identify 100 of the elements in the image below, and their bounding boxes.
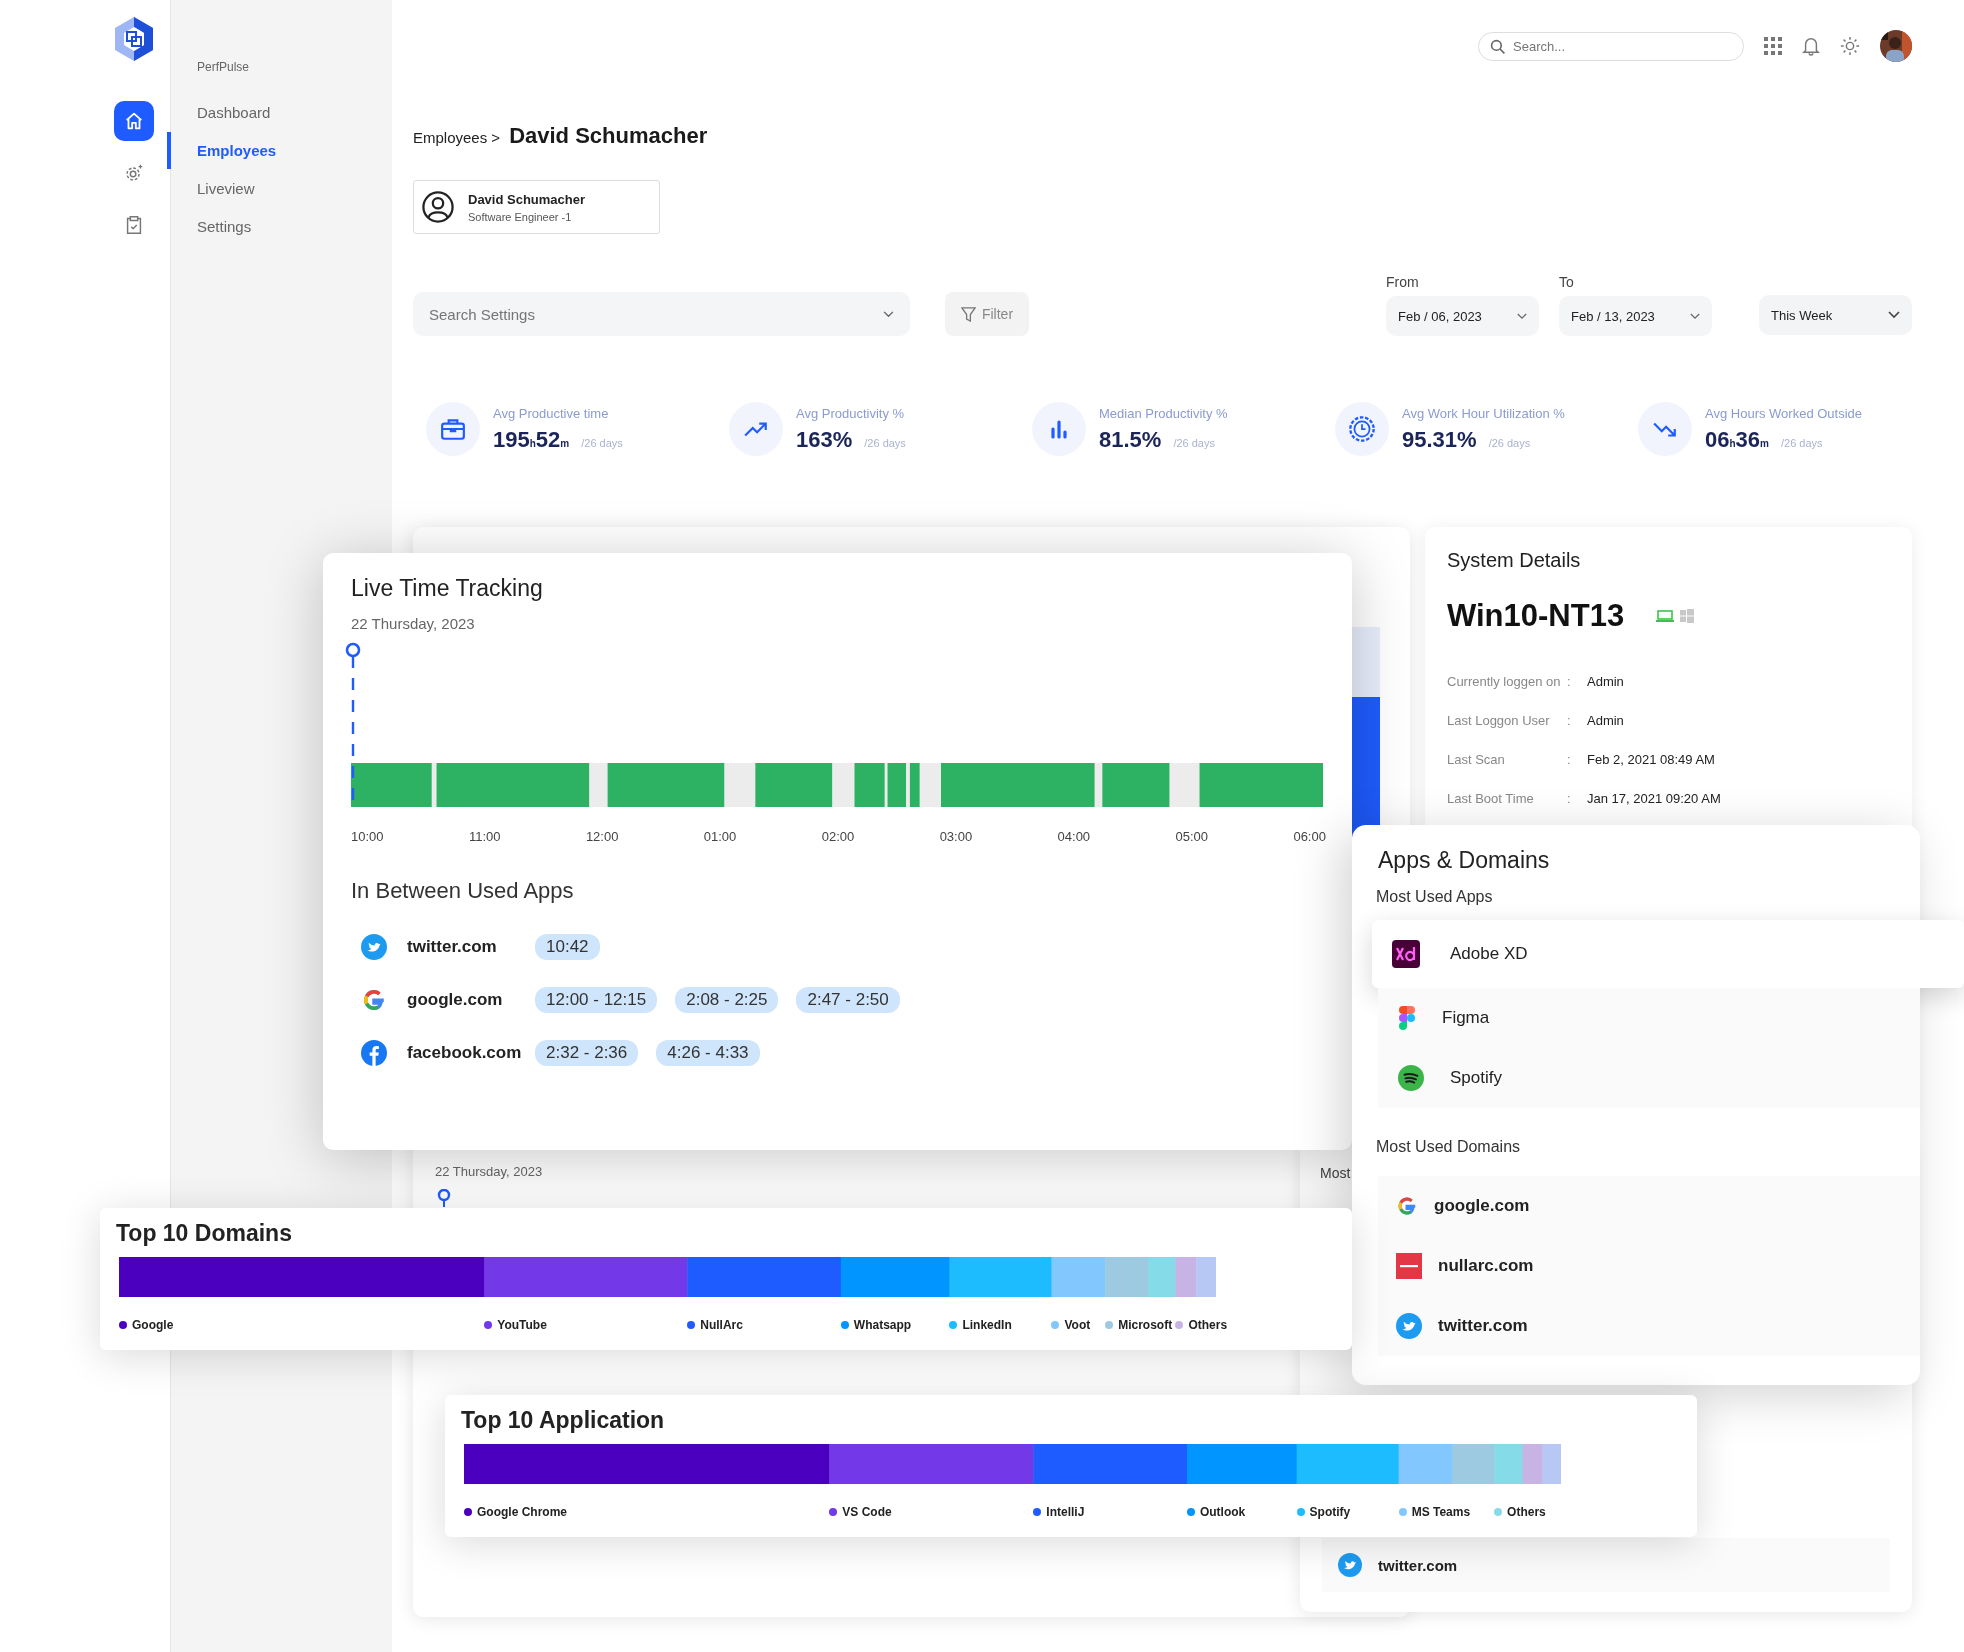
card-date: 22 Thursday, 2023 [351, 615, 476, 632]
stat-label: Avg Productive time [493, 405, 610, 421]
app-row[interactable]: Adobe XD [1372, 920, 1964, 988]
time-chip: 2:32 - 2:36 [535, 1039, 639, 1066]
search-icon [1490, 38, 1506, 55]
nav-item[interactable]: Employees [167, 132, 392, 169]
sun-icon[interactable] [1840, 36, 1860, 56]
detail-label: Last Loggon User [1447, 713, 1551, 728]
google-icon [1396, 1195, 1418, 1217]
legend-label: Whatsapp [853, 1318, 912, 1332]
section-title: Most Used Apps [1376, 888, 1494, 906]
search-field[interactable]: Search... [1478, 31, 1744, 61]
legend-label: IntelliJ [1046, 1505, 1085, 1519]
detail-value: Admin [1587, 674, 1624, 689]
stat-period: /26 days [581, 436, 623, 449]
domain-name: google.com [1434, 1196, 1530, 1216]
time-tick: 03:00 [939, 829, 973, 844]
to-label: To [1559, 274, 1575, 290]
domain-row[interactable]: twitter.com [1378, 1296, 1920, 1356]
home-icon [123, 110, 145, 132]
domain-name: twitter.com [1378, 1556, 1458, 1574]
section-title: Most Used Domains [1376, 1138, 1522, 1156]
app-name: Adobe XD [1450, 944, 1528, 964]
home-button[interactable] [114, 101, 154, 141]
employee-role: Software Engineer -1 [468, 210, 573, 223]
range-dropdown[interactable]: This Week [1759, 295, 1912, 335]
stat-label: Avg Work Hour Utilization % [1402, 405, 1565, 421]
breadcrumb-link[interactable]: Employees > [413, 129, 501, 146]
colon-separator: : [1567, 674, 1572, 689]
nav-item[interactable]: Settings [167, 208, 392, 245]
section-title: In Between Used Apps [351, 878, 575, 904]
colon-separator: : [1567, 713, 1572, 728]
logo-tile-icon [1396, 1253, 1422, 1279]
time-chip: 2:08 - 2:25 [675, 986, 779, 1013]
stat-value: 163% [796, 426, 853, 453]
domain-row[interactable]: google.com [1378, 1176, 1920, 1236]
stat-value: 95.31% [1402, 426, 1477, 453]
detail-value: Feb 2, 2021 08:49 AM [1587, 752, 1715, 767]
site-name: twitter.com [407, 936, 498, 957]
facebook-icon [361, 1039, 387, 1066]
detail-label: Last Boot Time [1447, 791, 1535, 806]
legend-label: Spotify [1309, 1505, 1351, 1519]
chevron-down-icon [1517, 312, 1527, 320]
nav-item[interactable]: Liveview [167, 170, 392, 207]
stat-period: /26 days [864, 436, 906, 449]
laptop-icon [1656, 610, 1675, 622]
legend-label: Others [1188, 1318, 1228, 1332]
detail-value: Jan 17, 2021 09:20 AM [1587, 791, 1721, 806]
bird-icon [361, 933, 387, 960]
detail-value: Admin [1587, 713, 1624, 728]
time-tick: 04:00 [1057, 829, 1091, 844]
chevron-down-icon [883, 311, 894, 318]
legend-label: Microsoft [1118, 1318, 1173, 1332]
time-tick: 11:00 [468, 829, 501, 844]
legend-label: Google Chrome [477, 1505, 567, 1519]
section-title: Most [1320, 1165, 1351, 1181]
app-row[interactable]: Spotify [1378, 1048, 1920, 1108]
colon-separator: : [1567, 752, 1572, 767]
app-name: Figma [1442, 1008, 1490, 1028]
time-tick: 01:00 [703, 829, 737, 844]
date-dropdown[interactable]: Feb / 13, 2023 [1559, 296, 1712, 336]
card-title: Top 10 Domains [116, 1220, 293, 1247]
card-title: System Details [1447, 549, 1582, 572]
domain-row[interactable]: twitter.com [1322, 1538, 1890, 1592]
stat-period: /26 days [1781, 436, 1823, 449]
apps-grid-icon[interactable] [1764, 37, 1782, 55]
from-label: From [1386, 274, 1420, 290]
time-tick: 02:00 [821, 829, 855, 844]
legend-label: VS Code [842, 1505, 892, 1519]
app-row[interactable]: Figma [1378, 988, 1920, 1048]
domain-name: nullarc.com [1438, 1256, 1534, 1276]
time-tick: 10:00 [351, 829, 384, 844]
user-icon [422, 191, 454, 223]
time-chip: 2:47 - 2:50 [796, 986, 900, 1013]
date-dropdown[interactable]: Feb / 06, 2023 [1386, 296, 1539, 336]
pin-icon [437, 1189, 451, 1207]
time-chip: 4:26 - 4:33 [656, 1039, 760, 1066]
nav-item[interactable]: Dashboard [167, 94, 392, 131]
time-chip: 10:42 [535, 933, 600, 960]
stat-label: Avg Hours Worked Outside [1705, 405, 1863, 421]
hostname: Win10-NT13 [1447, 598, 1625, 634]
card-title: Live Time Tracking [351, 575, 544, 602]
legend-label: MS Teams [1411, 1505, 1471, 1519]
page-title: David Schumacher [509, 123, 708, 149]
bird-icon [1396, 1313, 1422, 1339]
chevron-down-icon [1690, 312, 1700, 320]
time-tick: 12:00 [585, 829, 619, 844]
site-name: facebook.com [407, 1042, 523, 1063]
bell-icon[interactable] [1802, 36, 1820, 56]
bird-icon [1338, 1553, 1362, 1577]
search-settings-field[interactable]: Search Settings [413, 292, 910, 336]
detail-label: Currently loggen on [1447, 674, 1562, 689]
time-tick: 06:00 [1293, 829, 1326, 844]
legend-label: YouTube [497, 1318, 547, 1332]
gear-icon [123, 162, 145, 184]
legend-label: LinkedIn [962, 1318, 1012, 1332]
time-chip: 12:00 - 12:15 [535, 986, 658, 1013]
legend-label: Others [1507, 1505, 1546, 1519]
domain-row[interactable]: nullarc.com [1378, 1236, 1920, 1296]
employee-name: David Schumacher [468, 191, 586, 207]
